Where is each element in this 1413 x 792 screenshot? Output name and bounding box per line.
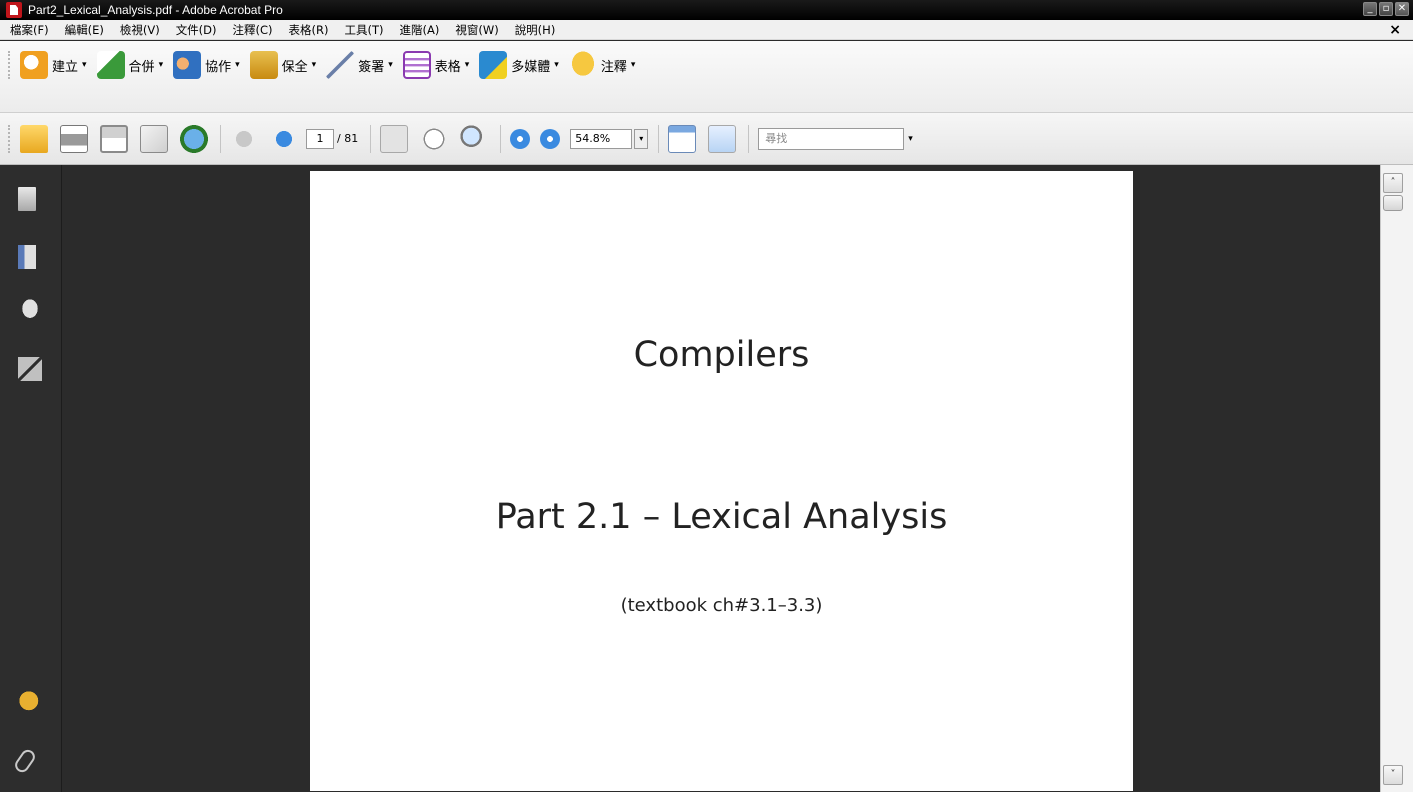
pages-icon[interactable] xyxy=(18,187,36,211)
zoom-in-icon[interactable] xyxy=(540,128,561,149)
fit-page-icon[interactable] xyxy=(708,124,737,153)
upload-globe-icon[interactable] xyxy=(180,124,208,153)
slide-subtitle: Part 2.1 – Lexical Analysis xyxy=(495,497,948,537)
slide-title: Compilers xyxy=(633,335,810,375)
task-collaborate-label: 協作 xyxy=(205,59,232,75)
chevron-down-icon: ▾ xyxy=(158,60,164,70)
previous-page-arrow-icon[interactable] xyxy=(230,124,258,153)
task-secure-label: 保全 xyxy=(281,59,308,75)
task-secure[interactable]: 保全 ▾ xyxy=(249,51,317,79)
task-forms[interactable]: 表格 ▾ xyxy=(402,51,470,79)
toolbar-separator xyxy=(370,124,372,153)
vertical-scrollbar[interactable]: ˄ ˅ xyxy=(1380,165,1413,792)
acrobat-icon xyxy=(6,2,22,18)
chevron-down-icon: ▾ xyxy=(464,60,470,70)
menu-forms[interactable]: 表格(R) xyxy=(289,22,329,38)
scroll-thumb[interactable] xyxy=(1383,195,1403,211)
navigation-pane xyxy=(0,165,62,792)
task-multimedia[interactable]: 多媒體 ▾ xyxy=(479,51,559,79)
fit-width-icon[interactable] xyxy=(668,124,697,153)
menu-edit[interactable]: 編輯(E) xyxy=(65,22,104,38)
toolbar-separator xyxy=(220,124,222,153)
open-folder-icon[interactable] xyxy=(20,124,48,153)
scroll-down-button[interactable]: ˅ xyxy=(1383,765,1403,785)
task-sign[interactable]: 簽署 ▾ xyxy=(326,51,393,79)
menu-file[interactable]: 檔案(F) xyxy=(10,22,49,38)
layers-icon[interactable] xyxy=(18,299,42,323)
comment-icon xyxy=(568,51,597,79)
forms-icon xyxy=(402,51,431,79)
toolbar-grip[interactable] xyxy=(8,51,12,79)
restore-button[interactable]: ▫ xyxy=(1379,2,1393,16)
task-comment-label: 注釋 xyxy=(600,59,627,75)
page-number-input[interactable]: 1 xyxy=(306,128,334,149)
find-input[interactable]: 尋找 xyxy=(758,127,905,150)
combine-files-icon xyxy=(96,51,125,79)
menu-advanced[interactable]: 進階(A) xyxy=(400,22,440,38)
close-button[interactable]: ✕ xyxy=(1395,2,1409,16)
secure-lock-icon xyxy=(249,51,278,79)
next-page-arrow-icon[interactable] xyxy=(270,124,298,153)
zoom-out-icon[interactable] xyxy=(510,128,531,149)
toolbar-separator xyxy=(500,124,502,153)
title-bar: Part2_Lexical_Analysis.pdf - Adobe Acrob… xyxy=(0,0,1413,20)
chevron-down-icon: ▾ xyxy=(388,60,393,70)
print-icon[interactable] xyxy=(60,124,88,153)
email-icon[interactable] xyxy=(140,124,168,153)
bookmarks-icon[interactable] xyxy=(18,245,36,269)
zoom-level-input[interactable]: 54.8% xyxy=(570,128,633,149)
pdf-page: Compilers Part 2.1 – Lexical Analysis (t… xyxy=(310,171,1133,791)
sign-pen-icon xyxy=(326,51,355,79)
zoom-dropdown-button[interactable]: ▾ xyxy=(634,128,649,149)
hand-tool-icon[interactable] xyxy=(420,124,449,153)
tasks-toolbar: 建立 ▾ 合併 ▾ 協作 ▾ 保全 ▾ 簽署 ▾ 表格 ▾ 多媒體 ▾ 注釋 ▾ xyxy=(0,41,1413,113)
toolbar-grip[interactable] xyxy=(8,124,12,153)
document-area: Compilers Part 2.1 – Lexical Analysis (t… xyxy=(62,165,1380,792)
select-text-icon[interactable] xyxy=(380,124,409,153)
collaborate-icon xyxy=(173,51,202,79)
chevron-down-icon: ▾ xyxy=(311,60,317,70)
task-multimedia-label: 多媒體 xyxy=(511,59,551,75)
chevron-down-icon: ▾ xyxy=(235,60,240,70)
task-comment[interactable]: 注釋 ▾ xyxy=(568,51,636,79)
task-sign-label: 簽署 xyxy=(358,59,385,75)
menu-bar: 檔案(F) 編輯(E) 檢視(V) 文件(D) 注釋(C) 表格(R) 工具(T… xyxy=(0,20,1413,40)
task-combine[interactable]: 合併 ▾ xyxy=(96,51,164,79)
menu-window[interactable]: 視窗(W) xyxy=(455,22,498,38)
chevron-down-icon: ▾ xyxy=(554,60,559,70)
menu-view[interactable]: 檢視(V) xyxy=(120,22,160,38)
standard-toolbar: 1 / 81 54.8% ▾ 尋找 ▾ xyxy=(0,113,1413,165)
scroll-up-button[interactable]: ˄ xyxy=(1383,173,1403,193)
task-forms-label: 表格 xyxy=(434,59,461,75)
toolbar-separator xyxy=(748,124,750,153)
task-create-label: 建立 xyxy=(52,59,79,75)
save-icon[interactable] xyxy=(100,124,128,153)
page-count: / 81 xyxy=(337,132,359,145)
find-dropdown-button[interactable]: ▾ xyxy=(908,134,913,144)
document-close-button[interactable]: × xyxy=(1389,22,1401,38)
signatures-icon[interactable] xyxy=(18,357,42,381)
comments-icon[interactable] xyxy=(18,690,42,714)
chevron-down-icon: ▾ xyxy=(630,60,636,70)
menu-help[interactable]: 說明(H) xyxy=(515,22,556,38)
toolbar-separator xyxy=(658,124,660,153)
minimize-button[interactable]: _ xyxy=(1363,2,1377,16)
task-combine-label: 合併 xyxy=(128,59,155,75)
task-collaborate[interactable]: 協作 ▾ xyxy=(173,51,240,79)
attachments-paperclip-icon[interactable] xyxy=(12,747,38,775)
task-create[interactable]: 建立 ▾ xyxy=(20,51,87,79)
multimedia-icon xyxy=(479,51,508,79)
marquee-zoom-icon[interactable] xyxy=(460,124,489,153)
window-title: Part2_Lexical_Analysis.pdf - Adobe Acrob… xyxy=(28,3,283,17)
slide-note: (textbook ch#3.1–3.3) xyxy=(620,595,823,616)
chevron-down-icon: ▾ xyxy=(82,60,87,70)
menu-tools[interactable]: 工具(T) xyxy=(345,22,384,38)
menu-document[interactable]: 文件(D) xyxy=(176,22,217,38)
window-controls: _ ▫ ✕ xyxy=(1363,2,1409,16)
menu-comments[interactable]: 注釋(C) xyxy=(233,22,273,38)
create-pdf-icon xyxy=(20,51,48,79)
